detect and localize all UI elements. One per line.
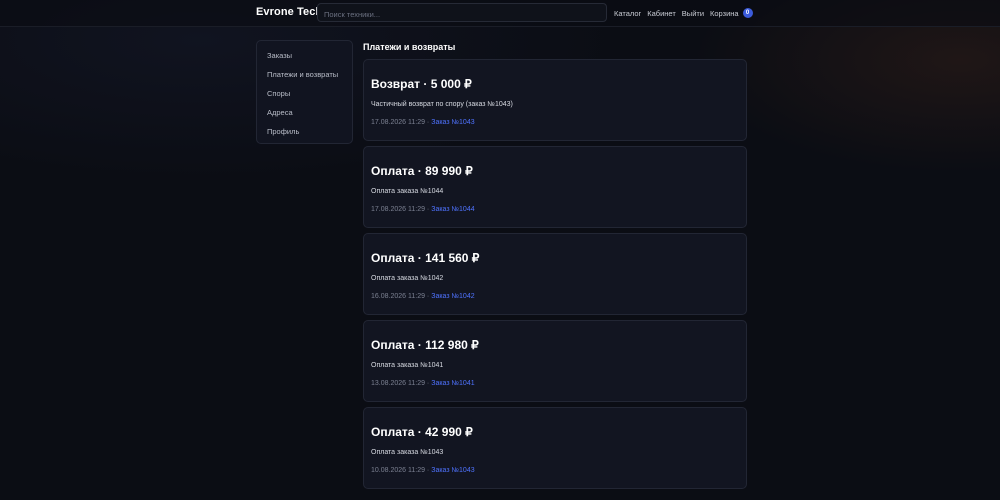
nav-cart-link[interactable]: Корзина <box>710 9 739 18</box>
transactions-list: Возврат · 5 000 ₽ Частичный возврат по с… <box>363 59 747 494</box>
transaction-card: Оплата · 42 990 ₽ Оплата заказа №1043 10… <box>363 407 747 489</box>
transaction-card: Оплата · 89 990 ₽ Оплата заказа №1044 17… <box>363 146 747 228</box>
transaction-date: 13.08.2026 11:29 <box>371 380 425 387</box>
transaction-meta: 10.08.2026 11:29 · Заказ №1043 <box>371 467 475 474</box>
transaction-meta: 13.08.2026 11:29 · Заказ №1041 <box>371 380 475 387</box>
nav-logout-link[interactable]: Выйти <box>682 9 704 18</box>
transaction-title: Оплата · 112 980 ₽ <box>371 338 479 352</box>
transaction-date: 17.08.2026 11:29 <box>371 119 425 126</box>
sidebar-item-addresses[interactable]: Адреса <box>257 106 352 125</box>
page-title: Платежи и возвраты <box>363 42 456 52</box>
order-link[interactable]: Заказ №1042 <box>431 293 474 300</box>
transaction-date: 10.08.2026 11:29 <box>371 467 425 474</box>
transaction-title: Оплата · 89 990 ₽ <box>371 164 473 178</box>
transaction-card: Оплата · 112 980 ₽ Оплата заказа №1041 1… <box>363 320 747 402</box>
transaction-card: Возврат · 5 000 ₽ Частичный возврат по с… <box>363 59 747 141</box>
nav-cabinet-link[interactable]: Кабинет <box>647 9 676 18</box>
nav-catalog-link[interactable]: Каталог <box>614 9 641 18</box>
search-box[interactable] <box>317 3 607 23</box>
account-sidebar: Заказы Платежи и возвраты Споры Адреса П… <box>256 40 353 144</box>
transaction-title: Возврат · 5 000 ₽ <box>371 77 472 91</box>
transaction-card: Оплата · 141 560 ₽ Оплата заказа №1042 1… <box>363 233 747 315</box>
transaction-description: Оплата заказа №1043 <box>371 449 444 456</box>
top-nav: Каталог Кабинет Выйти Корзина 0 <box>614 8 753 18</box>
sidebar-item-disputes[interactable]: Споры <box>257 87 352 106</box>
transaction-date: 17.08.2026 11:29 <box>371 206 425 213</box>
transaction-description: Оплата заказа №1042 <box>371 275 444 282</box>
order-link[interactable]: Заказ №1044 <box>431 206 474 213</box>
brand-logo[interactable]: Evrone Tech <box>256 6 322 18</box>
sidebar-item-profile[interactable]: Профиль <box>257 125 352 144</box>
cart-count-badge[interactable]: 0 <box>742 8 753 18</box>
transaction-description: Частичный возврат по спору (заказ №1043) <box>371 101 513 108</box>
transaction-meta: 16.08.2026 11:29 · Заказ №1042 <box>371 293 475 300</box>
sidebar-item-orders[interactable]: Заказы <box>257 49 352 68</box>
search-input[interactable] <box>324 6 600 23</box>
order-link[interactable]: Заказ №1041 <box>431 380 474 387</box>
transaction-title: Оплата · 42 990 ₽ <box>371 425 473 439</box>
order-link[interactable]: Заказ №1043 <box>431 467 474 474</box>
transaction-description: Оплата заказа №1044 <box>371 188 444 195</box>
sidebar-item-payments[interactable]: Платежи и возвраты <box>257 68 352 87</box>
top-header: Evrone Tech Каталог Кабинет Выйти Корзин… <box>0 0 1000 27</box>
transaction-date: 16.08.2026 11:29 <box>371 293 425 300</box>
order-link[interactable]: Заказ №1043 <box>431 119 474 126</box>
transaction-title: Оплата · 141 560 ₽ <box>371 251 480 265</box>
transaction-meta: 17.08.2026 11:29 · Заказ №1043 <box>371 119 475 126</box>
transaction-description: Оплата заказа №1041 <box>371 362 444 369</box>
transaction-meta: 17.08.2026 11:29 · Заказ №1044 <box>371 206 475 213</box>
